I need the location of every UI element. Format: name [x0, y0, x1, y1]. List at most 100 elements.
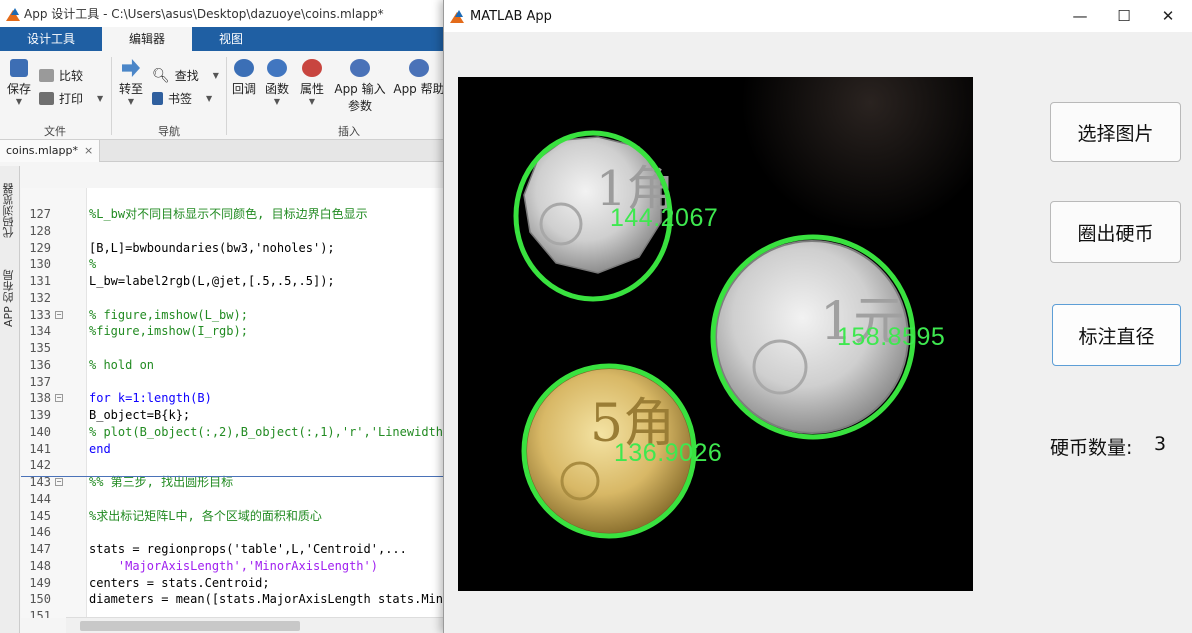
code-line[interactable]: 150 diameters = mean([stats.MajorAxisLeng…: [21, 591, 445, 608]
code-line[interactable]: 135: [21, 340, 445, 357]
property-label: 属性: [299, 82, 324, 96]
ribbon-divider: [111, 57, 112, 135]
line-number: 149: [29, 575, 51, 590]
app-input-button[interactable]: App 输入 参数: [333, 59, 387, 114]
goto-button[interactable]: 转至 ▼: [117, 59, 145, 106]
code-text: %: [89, 257, 97, 272]
code-text: 'MajorAxisLength','MinorAxisLength'): [89, 558, 378, 573]
print-dropdown-icon: ▼: [97, 94, 104, 103]
line-number: 132: [29, 290, 51, 305]
code-line[interactable]: 134 %figure,imshow(I_rgb);: [21, 323, 445, 340]
code-text: % hold on: [89, 357, 155, 372]
matlab-logo-icon: [6, 7, 20, 21]
function-dropdown-icon: ▼: [273, 97, 281, 106]
save-dropdown-icon: ▼: [15, 97, 23, 106]
image-axes: 1角 1元 5角 144.2067 158.8595 136.9026: [458, 77, 973, 591]
coin-diameter-label: 158.8595: [837, 323, 946, 351]
tab-editor[interactable]: 编辑器: [102, 27, 193, 51]
side-panel-strip: 代码浏览器 APP 的布局: [0, 166, 20, 633]
doc-tab-coins[interactable]: coins.mlapp* ×: [0, 140, 101, 162]
code-line[interactable]: 139 B_object=B{k};: [21, 407, 445, 424]
code-browser-tab[interactable]: 代码浏览器: [1, 176, 19, 246]
property-dropdown-icon: ▼: [308, 97, 316, 106]
line-number: 129: [29, 240, 51, 255]
tab-view[interactable]: 视图: [192, 27, 270, 51]
printer-icon: [39, 92, 54, 105]
fold-toggle-icon[interactable]: −: [55, 478, 63, 486]
code-line[interactable]: 128: [21, 223, 445, 240]
callback-button[interactable]: 回调: [230, 59, 258, 97]
code-editor[interactable]: 127 %L_bw对不同目标显示不同颜色, 目标边界白色显示 128 129 [B,L]…: [21, 188, 445, 618]
print-button[interactable]: 打印 ▼: [39, 90, 103, 107]
property-button[interactable]: 属性 ▼: [297, 59, 327, 106]
app-layout-tab[interactable]: APP 的布局: [1, 258, 19, 338]
compare-button[interactable]: 比较: [39, 67, 83, 84]
circle-coins-button[interactable]: 圈出硬币: [1050, 201, 1181, 263]
code-line[interactable]: 149 centers = stats.Centroid;: [21, 575, 445, 592]
function-button[interactable]: 函数 ▼: [263, 59, 291, 106]
doc-tab-label: coins.mlapp*: [6, 144, 79, 157]
find-button[interactable]: 🔍︎ 查找 ▼: [152, 67, 219, 84]
select-image-button[interactable]: 选择图片: [1050, 102, 1181, 162]
section-divider: [21, 476, 445, 477]
code-line[interactable]: 130%: [21, 256, 445, 273]
code-text: stats = regionprops('table',L,'Centroid'…: [89, 542, 407, 556]
code-line[interactable]: 144: [21, 491, 445, 508]
horizontal-scrollbar[interactable]: [66, 617, 445, 633]
compare-icon: [39, 69, 54, 82]
line-number: 148: [29, 558, 51, 573]
save-button[interactable]: 保存 ▼: [5, 59, 33, 106]
code-line[interactable]: 146: [21, 524, 445, 541]
code-line[interactable]: 129 [B,L]=bwboundaries(bw3,'noholes');: [21, 240, 445, 257]
designer-title: App 设计工具 - C:\Users\asus\Desktop\dazuoye…: [24, 7, 384, 21]
code-line[interactable]: 148 'MajorAxisLength','MinorAxisLength'): [21, 558, 445, 575]
code-line[interactable]: 137: [21, 374, 445, 391]
app-input-label-line1: App 输入: [334, 82, 386, 96]
line-number: 147: [29, 542, 51, 556]
minimize-icon[interactable]: —: [1058, 0, 1102, 32]
group-nav-label: 导航: [158, 125, 180, 138]
code-text: end: [89, 441, 111, 456]
group-insert-label: 插入: [338, 125, 360, 138]
app-input-icon: [350, 59, 370, 77]
compare-label: 比较: [59, 69, 84, 83]
line-number: 128: [29, 223, 51, 238]
scrollbar-thumb[interactable]: [80, 621, 300, 631]
document-tabs: coins.mlapp* ×: [0, 140, 445, 162]
code-line[interactable]: 141 end: [21, 441, 445, 458]
code-text: % figure,imshow(L_bw);: [89, 307, 248, 322]
mark-diameter-button[interactable]: 标注直径: [1052, 304, 1181, 366]
bookmark-dropdown-icon: ▼: [206, 94, 213, 103]
function-label: 函数: [264, 82, 289, 96]
matlab-logo-icon: [450, 9, 464, 23]
help-icon: [409, 59, 429, 77]
fold-toggle-icon[interactable]: −: [55, 310, 63, 319]
bookmark-button[interactable]: 书签 ▼: [152, 90, 212, 107]
app-designer-window: App 设计工具 - C:\Users\asus\Desktop\dazuoye…: [0, 0, 445, 633]
bookmark-label: 书签: [168, 92, 193, 106]
close-icon[interactable]: ✕: [1146, 0, 1190, 32]
close-tab-icon[interactable]: ×: [84, 144, 93, 157]
code-line[interactable]: 140 % plot(B_object(:,2),B_object(:,1),'r…: [21, 424, 445, 441]
fold-toggle-icon[interactable]: −: [55, 394, 63, 403]
code-line[interactable]: 142: [21, 457, 445, 474]
line-number: 135: [29, 341, 51, 355]
code-line[interactable]: 136 % hold on: [21, 357, 445, 374]
code-line[interactable]: 133− % figure,imshow(L_bw);: [21, 307, 445, 324]
code-line[interactable]: 127 %L_bw对不同目标显示不同颜色, 目标边界白色显示: [21, 206, 445, 223]
save-icon: [10, 59, 28, 77]
code-line[interactable]: 145 %求出标记矩阵L中, 各个区域的面积和质心: [21, 508, 445, 525]
maximize-icon[interactable]: ☐: [1102, 0, 1146, 32]
code-line[interactable]: 131 L_bw=label2rgb(L,@jet,[.5,.5,.5]);: [21, 273, 445, 290]
code-line[interactable]: 138− for k=1:length(B): [21, 390, 445, 407]
app-help-button[interactable]: App 帮助: [393, 59, 445, 97]
line-number: 137: [29, 374, 51, 389]
code-text: [B,L]=bwboundaries(bw3,'noholes');: [89, 240, 335, 255]
tab-design-tools[interactable]: 设计工具: [0, 27, 102, 51]
code-line[interactable]: 147 stats = regionprops('table',L,'Centro…: [21, 541, 445, 558]
goto-arrow-icon: [122, 59, 140, 77]
line-number: 140: [29, 424, 51, 439]
group-file-label: 文件: [44, 125, 66, 138]
code-text: diameters = mean([stats.MajorAxisLength …: [89, 592, 445, 607]
code-line[interactable]: 132: [21, 290, 445, 307]
